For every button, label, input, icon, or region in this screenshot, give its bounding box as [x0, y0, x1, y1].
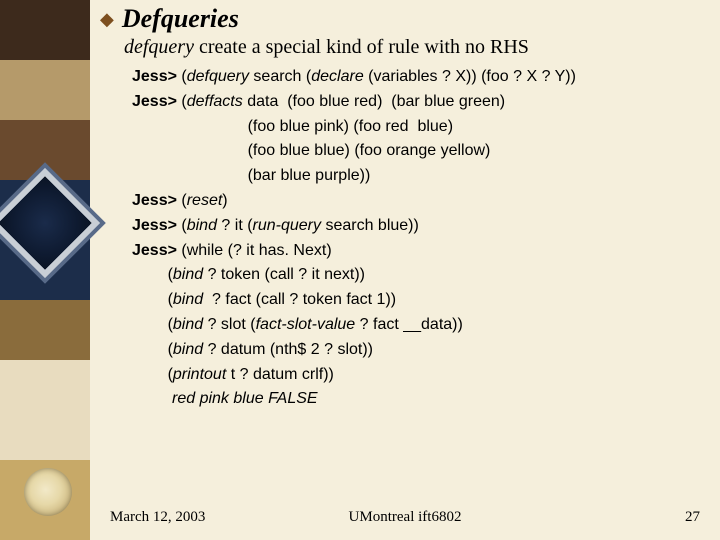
bullet-icon: ◆ — [100, 10, 114, 28]
prompt: Jess> — [132, 242, 177, 259]
prompt: Jess> — [132, 217, 177, 234]
c11fn: bind — [173, 316, 203, 333]
c7a: ( — [177, 217, 187, 234]
c1b: search ( — [249, 68, 311, 85]
c13fn: printout — [173, 366, 226, 383]
c12b: ? datum (nth$ 2 ? slot)) — [203, 341, 373, 358]
slide-content: ◆ Defqueries defquery create a special k… — [100, 4, 710, 412]
footer-center: UMontreal ift6802 — [349, 509, 462, 526]
c2fn: deffacts — [187, 93, 243, 110]
c10fn: bind — [173, 291, 203, 308]
c7fn2: run-query — [253, 217, 321, 234]
c7c: search blue)) — [321, 217, 419, 234]
c5: (bar blue purple)) — [132, 167, 370, 184]
footer-page-number: 27 — [685, 509, 700, 526]
c1fn: defquery — [187, 68, 249, 85]
c10b: ? fact (call ? token fact 1)) — [203, 291, 396, 308]
subtitle-keyword: defquery — [124, 36, 194, 58]
c4: (foo blue blue) (foo orange yellow) — [132, 142, 490, 159]
c3: (foo blue pink) (foo red blue) — [132, 118, 453, 135]
c8a: (while (? it has. Next) — [177, 242, 332, 259]
prompt: Jess> — [132, 93, 177, 110]
slide-title: Defqueries — [122, 4, 239, 34]
c11p: ( — [132, 316, 173, 333]
c9fn: bind — [173, 266, 203, 283]
c12p: ( — [132, 341, 173, 358]
c9b: ? token (call ? it next)) — [203, 266, 365, 283]
c10p: ( — [132, 291, 173, 308]
subtitle-text: create a special kind of rule with no RH… — [194, 36, 529, 58]
c11b: ? slot ( — [203, 316, 255, 333]
result-line: red pink blue FALSE — [132, 390, 318, 407]
c6b: ) — [222, 192, 227, 209]
c6a: ( — [177, 192, 187, 209]
prompt: Jess> — [132, 68, 177, 85]
c2a: ( — [177, 93, 187, 110]
c7b: ? it ( — [217, 217, 253, 234]
c7fn: bind — [187, 217, 217, 234]
c9p: ( — [132, 266, 173, 283]
c11c: ? fact __data)) — [355, 316, 463, 333]
c2b: data (foo blue red) (bar blue green) — [243, 93, 505, 110]
c1c: (variables ? X)) (foo ? X ? Y)) — [364, 68, 576, 85]
c6fn: reset — [187, 192, 223, 209]
footer-date: March 12, 2003 — [110, 509, 205, 526]
slide-footer: March 12, 2003 UMontreal ift6802 27 — [110, 509, 700, 526]
c1a: ( — [177, 68, 187, 85]
title-row: ◆ Defqueries — [100, 4, 710, 34]
c13b: t ? datum crlf)) — [226, 366, 334, 383]
prompt: Jess> — [132, 192, 177, 209]
decorative-sidebar — [0, 0, 90, 540]
c1fn2: declare — [311, 68, 363, 85]
slide-subtitle: defquery create a special kind of rule w… — [124, 36, 710, 59]
c12fn: bind — [173, 341, 203, 358]
c13p: ( — [132, 366, 173, 383]
code-block: Jess> (defquery search (declare (variabl… — [132, 65, 710, 412]
c11fn2: fact-slot-value — [256, 316, 356, 333]
